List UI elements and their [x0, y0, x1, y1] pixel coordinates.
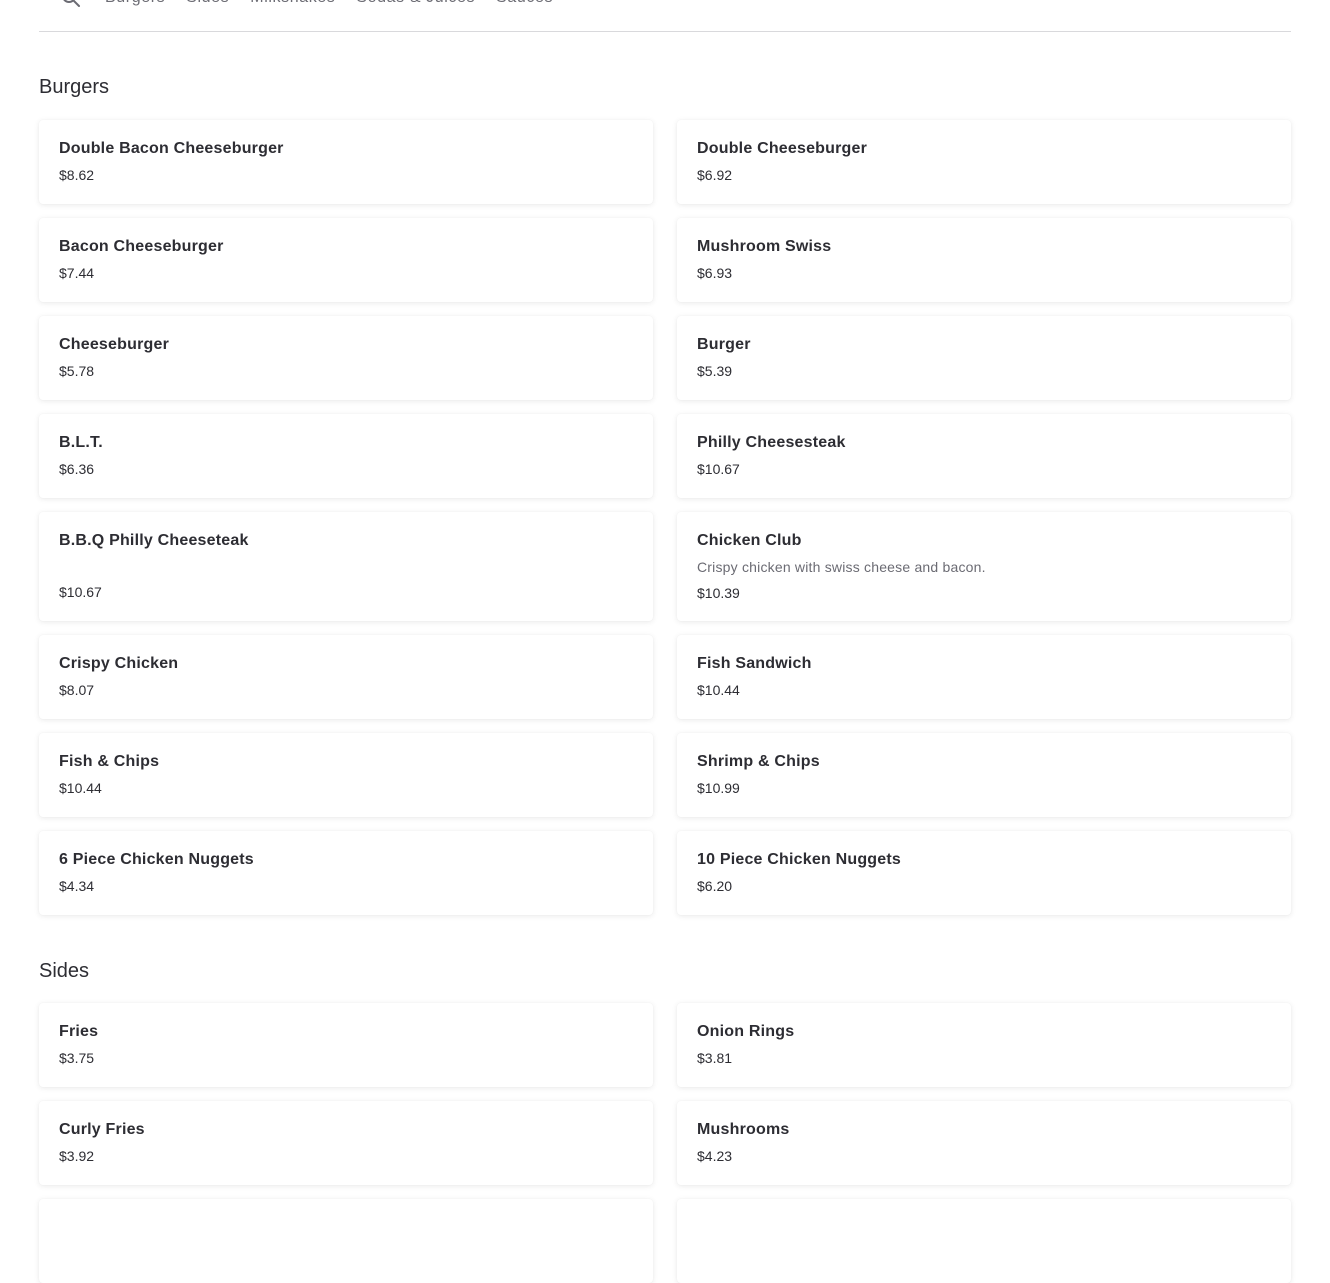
item-name: Shrimp & Chips	[697, 753, 820, 770]
tab-burgers[interactable]: Burgers	[105, 0, 186, 8]
section-title-sides: Sides	[39, 960, 90, 982]
item-price: $6.92	[697, 167, 733, 183]
item-price: $8.07	[59, 682, 95, 698]
item-price: $10.44	[59, 780, 102, 796]
item-name: B.L.T.	[59, 434, 103, 451]
item-name: Double Cheeseburger	[697, 140, 868, 157]
menu-item-card[interactable]: Cheeseburger $5.78	[39, 316, 653, 400]
menu-item-card[interactable]: Shrimp & Chips $10.99	[677, 733, 1291, 817]
menu-item-card[interactable]: B.L.T. $6.36	[39, 414, 653, 498]
item-name: Fish Sandwich	[697, 655, 812, 672]
section-title-burgers: Burgers	[39, 76, 110, 98]
sides-grid: Fries $3.75 Onion Rings $3.81 Curly Frie…	[39, 1003, 1291, 1283]
item-name: Chicken Club	[697, 532, 802, 549]
item-price: $3.75	[59, 1050, 95, 1066]
item-price: $10.44	[697, 682, 740, 698]
item-price: $10.67	[697, 461, 740, 477]
menu-item-card[interactable]: Double Bacon Cheeseburger $8.62	[39, 120, 653, 204]
item-price: $4.34	[59, 878, 95, 894]
tab-milkshakes[interactable]: Milkshakes	[250, 0, 356, 8]
menu-item-card[interactable]: Fish & Chips $10.44	[39, 733, 653, 817]
menu-item-card[interactable]: B.B.Q Philly Cheeseteak $10.67	[39, 512, 653, 621]
burgers-grid: Double Bacon Cheeseburger $8.62 Double C…	[39, 120, 1291, 915]
item-name: Onion Rings	[697, 1023, 795, 1040]
menu-item-card[interactable]: Burger $5.39	[677, 316, 1291, 400]
item-price: $6.93	[697, 265, 733, 281]
item-price: $5.39	[697, 363, 733, 379]
menu-item-card[interactable]	[677, 1199, 1291, 1283]
item-price: $6.36	[59, 461, 95, 477]
search-icon[interactable]	[61, 0, 81, 8]
item-description: Crispy chicken with swiss cheese and bac…	[697, 559, 986, 575]
item-name: 10 Piece Chicken Nuggets	[697, 851, 901, 868]
item-price: $10.99	[697, 780, 740, 796]
menu-item-card[interactable]: 10 Piece Chicken Nuggets $6.20	[677, 831, 1291, 915]
item-name: Burger	[697, 336, 751, 353]
menu-item-card[interactable]: 6 Piece Chicken Nuggets $4.34	[39, 831, 653, 915]
category-tabs: Burgers Sides Milkshakes Sodas & Juices …	[105, 0, 574, 8]
item-name: Fries	[59, 1023, 99, 1040]
item-name: Crispy Chicken	[59, 655, 179, 672]
item-price: $6.20	[697, 878, 733, 894]
menu-item-card[interactable]: Mushrooms $4.23	[677, 1101, 1291, 1185]
item-name: Fish & Chips	[59, 753, 160, 770]
menu-item-card[interactable]: Philly Cheesesteak $10.67	[677, 414, 1291, 498]
menu-item-card[interactable]: Fish Sandwich $10.44	[677, 635, 1291, 719]
menu-item-card[interactable]: Mushroom Swiss $6.93	[677, 218, 1291, 302]
menu-item-card[interactable]	[39, 1199, 653, 1283]
menu-item-card[interactable]: Onion Rings $3.81	[677, 1003, 1291, 1087]
item-name: B.B.Q Philly Cheeseteak	[59, 532, 249, 549]
tab-sodas-juices[interactable]: Sodas & Juices	[356, 0, 496, 8]
item-price: $7.44	[59, 265, 95, 281]
item-price: $10.39	[697, 585, 740, 601]
menu-item-card[interactable]: Chicken Club Crispy chicken with swiss c…	[677, 512, 1291, 621]
item-price: $3.81	[697, 1050, 733, 1066]
tab-sides[interactable]: Sides	[186, 0, 250, 8]
item-price: $3.92	[59, 1148, 95, 1164]
menu-item-card[interactable]: Bacon Cheeseburger $7.44	[39, 218, 653, 302]
category-nav: Burgers Sides Milkshakes Sodas & Juices …	[39, 0, 1291, 32]
menu-item-card[interactable]: Fries $3.75	[39, 1003, 653, 1087]
menu-item-card[interactable]: Crispy Chicken $8.07	[39, 635, 653, 719]
item-name: Mushrooms	[697, 1121, 790, 1138]
tab-sauces[interactable]: Sauces	[496, 0, 574, 8]
menu-item-card[interactable]: Double Cheeseburger $6.92	[677, 120, 1291, 204]
menu-item-card[interactable]: Curly Fries $3.92	[39, 1101, 653, 1185]
item-price: $4.23	[697, 1148, 733, 1164]
item-name: Cheeseburger	[59, 336, 169, 353]
item-name: Bacon Cheeseburger	[59, 238, 224, 255]
menu-page: Burgers Sides Milkshakes Sodas & Juices …	[39, 0, 1291, 1283]
item-name: Curly Fries	[59, 1121, 145, 1138]
item-name: Philly Cheesesteak	[697, 434, 846, 451]
item-price: $5.78	[59, 363, 95, 379]
item-name: 6 Piece Chicken Nuggets	[59, 851, 254, 868]
item-price: $8.62	[59, 167, 95, 183]
item-price: $10.67	[59, 584, 102, 600]
item-name: Double Bacon Cheeseburger	[59, 140, 284, 157]
item-name: Mushroom Swiss	[697, 238, 832, 255]
